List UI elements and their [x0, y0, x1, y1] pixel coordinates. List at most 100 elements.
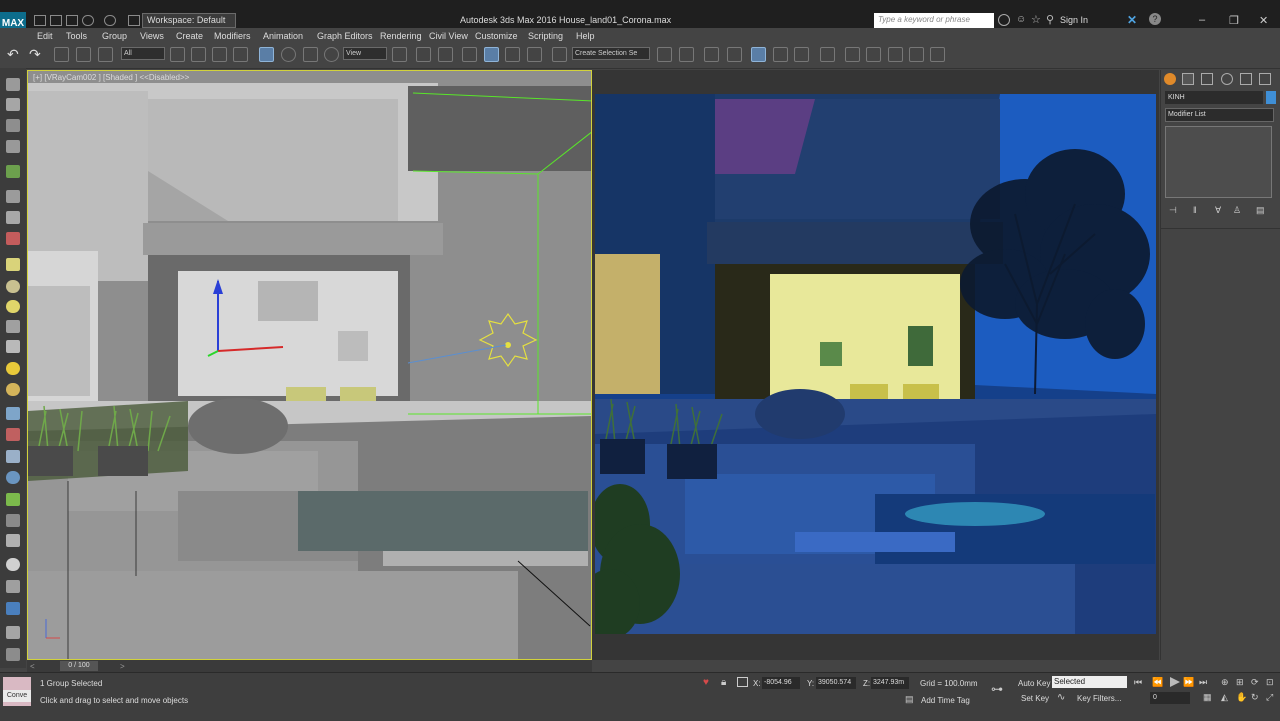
- menu-customize[interactable]: Customize: [475, 31, 518, 41]
- make-unique-icon[interactable]: ∀: [1215, 205, 1221, 216]
- rect-selection-icon[interactable]: [212, 47, 227, 62]
- time-slider-prev-icon[interactable]: <: [30, 662, 35, 671]
- community-icon[interactable]: ☺: [1016, 14, 1026, 25]
- spinner-snap-icon[interactable]: [527, 47, 542, 62]
- undo-icon[interactable]: ↶: [7, 46, 19, 63]
- save-file-icon[interactable]: [66, 15, 78, 26]
- edit-named-selection-icon[interactable]: [552, 47, 567, 62]
- user-icon[interactable]: ⚲: [1046, 13, 1054, 26]
- z-coordinate-field[interactable]: 3247.93m: [871, 677, 909, 689]
- modifier-stack-list[interactable]: [1165, 126, 1272, 198]
- window-crossing-icon[interactable]: [233, 47, 248, 62]
- tool-strip-icon-20[interactable]: [6, 493, 20, 506]
- tool-strip-icon-26[interactable]: [6, 626, 20, 639]
- menu-graph-editors[interactable]: Graph Editors: [317, 31, 373, 41]
- tool-strip-icon-19[interactable]: [6, 471, 20, 484]
- y-coordinate-field[interactable]: 39050.574: [816, 677, 856, 689]
- undo-icon[interactable]: [82, 15, 94, 26]
- tool-strip-icon-21[interactable]: [6, 514, 20, 527]
- go-to-start-icon[interactable]: ⏮: [1134, 677, 1142, 688]
- open-file-icon[interactable]: [50, 15, 62, 26]
- time-slider-next-icon[interactable]: >: [120, 662, 125, 671]
- maxscript-listener-input[interactable]: Conve: [3, 690, 31, 702]
- keyboard-shortcut-icon[interactable]: [438, 47, 453, 62]
- select-and-scale-icon[interactable]: [303, 47, 318, 62]
- tool-strip-icon-16[interactable]: [6, 407, 20, 420]
- select-by-name-icon[interactable]: [191, 47, 206, 62]
- snaps-toggle-icon[interactable]: [462, 47, 477, 62]
- menu-civil-view[interactable]: Civil View: [429, 31, 468, 41]
- ribbon-toggle-icon[interactable]: [751, 47, 766, 62]
- display-tab-icon[interactable]: [1240, 73, 1252, 85]
- menu-animation[interactable]: Animation: [263, 31, 303, 41]
- time-slider-handle[interactable]: 0 / 100: [60, 661, 98, 671]
- menu-scripting[interactable]: Scripting: [528, 31, 563, 41]
- angle-snap-icon[interactable]: [484, 47, 499, 62]
- tool-strip-icon-5[interactable]: [6, 165, 20, 178]
- set-keys-mode-icon[interactable]: ∿: [1057, 692, 1065, 703]
- curve-editor-icon[interactable]: [773, 47, 788, 62]
- absolute-mode-icon[interactable]: [737, 677, 748, 687]
- tool-strip-icon-22[interactable]: [6, 534, 20, 547]
- help-icon[interactable]: ?: [1149, 13, 1161, 25]
- scene-explorer-icon[interactable]: [727, 47, 742, 62]
- menu-tools[interactable]: Tools: [66, 31, 87, 41]
- modifier-list-dropdown[interactable]: Modifier List: [1165, 108, 1274, 122]
- manipulate-icon[interactable]: [416, 47, 431, 62]
- pan-view-icon[interactable]: ✋: [1236, 692, 1247, 703]
- add-time-tag-button[interactable]: Add Time Tag: [921, 696, 970, 705]
- minimize-icon[interactable]: –: [1199, 14, 1205, 26]
- camera-viewport-shaded[interactable]: [27, 70, 592, 660]
- utilities-tab-icon[interactable]: [1259, 73, 1271, 85]
- select-and-move-icon[interactable]: [259, 47, 274, 62]
- layer-explorer-icon[interactable]: [704, 47, 719, 62]
- orbit-camera-icon[interactable]: ↻: [1251, 692, 1259, 703]
- menu-modifiers[interactable]: Modifiers: [214, 31, 251, 41]
- menu-help[interactable]: Help: [576, 31, 595, 41]
- pivot-center-icon[interactable]: [392, 47, 407, 62]
- schematic-view-icon[interactable]: [794, 47, 809, 62]
- project-folder-icon[interactable]: [128, 15, 140, 26]
- material-editor-icon[interactable]: [820, 47, 835, 62]
- object-color-swatch[interactable]: [1266, 91, 1276, 104]
- menu-group[interactable]: Group: [102, 31, 127, 41]
- render-setup-icon[interactable]: [845, 47, 860, 62]
- x-coordinate-field[interactable]: -8054.96: [762, 677, 800, 689]
- tool-strip-icon-17[interactable]: [6, 428, 20, 441]
- remove-modifier-icon[interactable]: ♙: [1233, 205, 1241, 216]
- tool-strip-icon-6[interactable]: [6, 190, 20, 203]
- bind-space-warp-icon[interactable]: [98, 47, 113, 62]
- mirror-icon[interactable]: [657, 47, 672, 62]
- percent-snap-icon[interactable]: [505, 47, 520, 62]
- sign-in-link[interactable]: Sign In: [1060, 15, 1088, 25]
- menu-edit[interactable]: Edit: [37, 31, 53, 41]
- time-tag-icon[interactable]: ▤: [905, 694, 914, 705]
- set-key-button[interactable]: Set Key: [1021, 694, 1049, 703]
- search-input[interactable]: Type a keyword or phrase: [874, 13, 994, 28]
- zoom-all-icon[interactable]: ⊞: [1236, 677, 1244, 688]
- link-icon[interactable]: [54, 47, 69, 62]
- next-frame-icon[interactable]: ⏩: [1183, 677, 1194, 688]
- named-selection-dropdown[interactable]: Create Selection Se: [572, 47, 650, 60]
- hierarchy-tab-icon[interactable]: [1201, 73, 1213, 85]
- active-shade-viewport[interactable]: [592, 70, 1159, 660]
- tool-strip-icon-7[interactable]: [6, 211, 20, 224]
- tool-strip-icon-9[interactable]: [6, 258, 20, 271]
- time-slider-track[interactable]: [27, 660, 592, 672]
- select-object-icon[interactable]: [170, 47, 185, 62]
- go-to-end-icon[interactable]: ⏭: [1199, 677, 1207, 688]
- align-icon[interactable]: [679, 47, 694, 62]
- time-config-icon[interactable]: ▦: [1203, 692, 1212, 703]
- render-active-shade-icon[interactable]: [930, 47, 945, 62]
- tool-strip-icon-27[interactable]: [6, 648, 20, 661]
- close-icon[interactable]: ✕: [1259, 14, 1268, 27]
- tool-strip-icon-8[interactable]: [6, 232, 20, 245]
- select-and-rotate-icon[interactable]: [281, 47, 296, 62]
- key-filters-button[interactable]: Key Filters...: [1077, 694, 1121, 703]
- exchange-apps-icon[interactable]: ✕: [1127, 13, 1137, 27]
- viewport-label-menu[interactable]: [+] [VRayCam002 ] [Shaded ] <<Disabled>>: [33, 73, 189, 82]
- unlink-icon[interactable]: [76, 47, 91, 62]
- key-icon[interactable]: ⊶: [991, 682, 1003, 696]
- tool-strip-icon-25[interactable]: [6, 602, 20, 615]
- tool-strip-icon-3[interactable]: [6, 119, 20, 132]
